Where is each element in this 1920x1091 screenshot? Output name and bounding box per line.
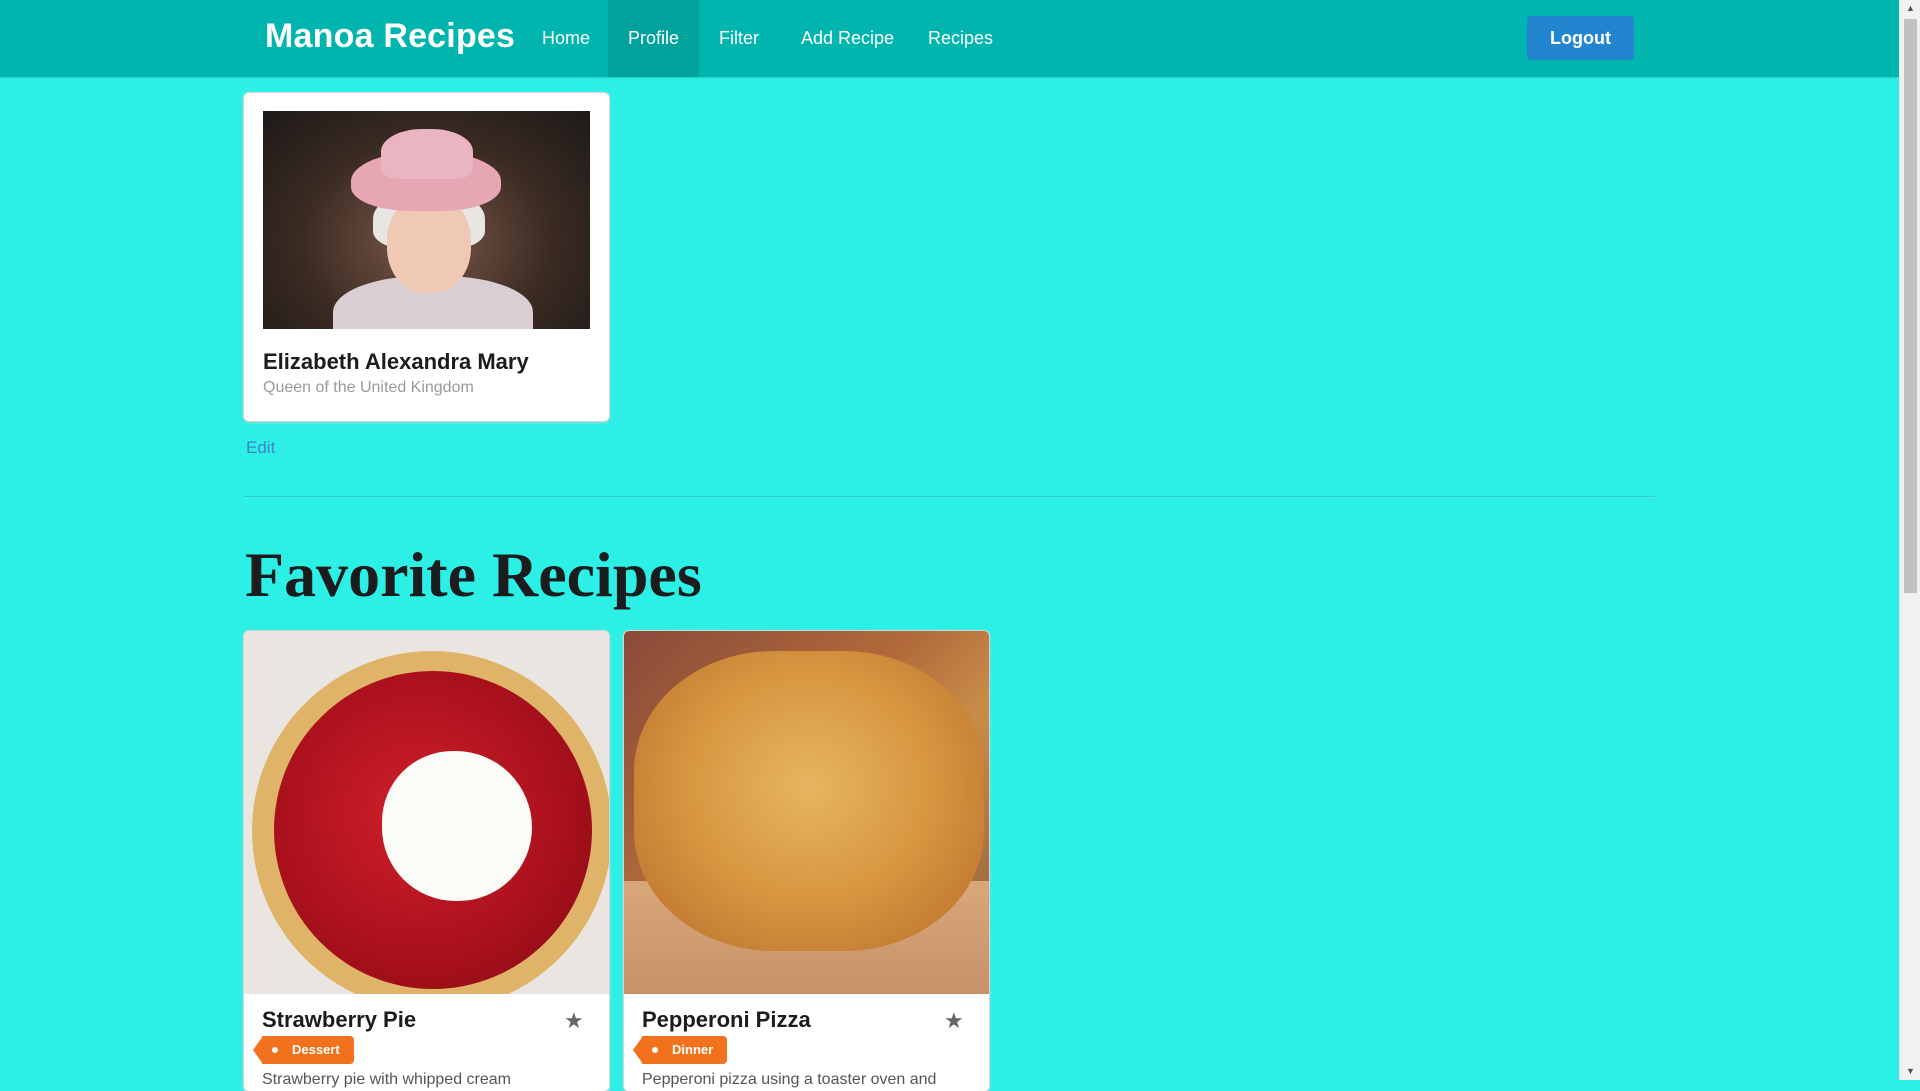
profile-photo [263,111,590,329]
recipe-tag[interactable]: Dessert [253,1036,354,1064]
recipe-name[interactable]: Pepperoni Pizza [642,1007,811,1033]
brand-title[interactable]: Manoa Recipes [265,17,515,56]
nav-add-recipe[interactable]: Add Recipe [781,0,914,77]
favorite-recipes-heading: Favorite Recipes [245,539,702,610]
recipe-tag-text: Dinner [672,1042,714,1057]
tag-dot-icon [652,1047,658,1053]
recipe-card[interactable]: Strawberry Pie ★ Dessert Strawberry pie … [244,631,609,1091]
recipe-name[interactable]: Strawberry Pie [262,1007,416,1033]
page-scrollbar[interactable]: ▲ ▼ [1899,0,1920,1080]
top-menu: Manoa Recipes Home Profile Filter Add Re… [0,0,1899,77]
scroll-thumb[interactable] [1904,19,1917,593]
logout-button[interactable]: Logout [1527,16,1634,60]
profile-title: Queen of the United Kingdom [263,379,474,396]
nav-profile[interactable]: Profile [608,0,700,77]
nav-home[interactable]: Home [522,0,610,77]
photo-hat-crown [381,129,473,179]
pizza-cheese [634,651,984,951]
scroll-up-arrow-icon[interactable]: ▲ [1900,0,1920,17]
nav-filter[interactable]: Filter [699,0,779,77]
recipe-description: Strawberry pie with whipped cream [262,1071,511,1088]
star-icon[interactable]: ★ [564,1008,584,1034]
recipe-description: Pepperoni pizza using a toaster oven and [642,1071,937,1088]
recipe-card[interactable]: Pepperoni Pizza ★ Dinner Pepperoni pizza… [624,631,989,1091]
recipe-tag[interactable]: Dinner [632,1036,728,1064]
pie-whipped-cream [382,751,532,901]
recipe-image-strawberry-pie [244,631,609,994]
section-divider [245,496,1655,498]
recipe-tag-text: Dessert [292,1042,340,1057]
star-icon[interactable]: ★ [944,1008,964,1034]
tag-dot-icon [272,1047,278,1053]
profile-name: Elizabeth Alexandra Mary [263,349,529,374]
nav-recipes[interactable]: Recipes [908,0,1013,77]
recipe-image-pepperoni-pizza [624,631,989,994]
scroll-down-arrow-icon[interactable]: ▼ [1900,1063,1920,1080]
edit-profile-link[interactable]: Edit [246,438,275,458]
profile-card: Elizabeth Alexandra Mary Queen of the Un… [244,93,609,421]
